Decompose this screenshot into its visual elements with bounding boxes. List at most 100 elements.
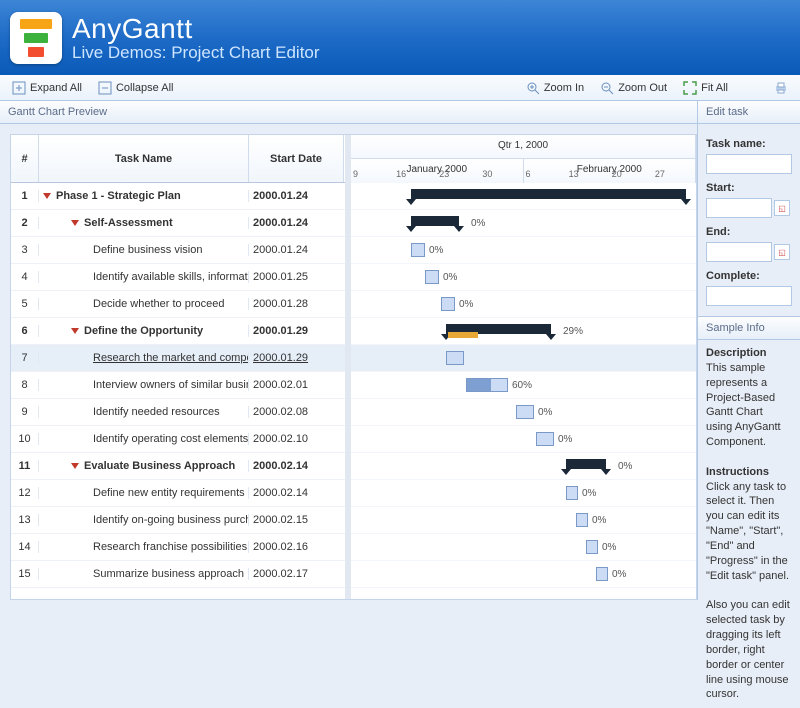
summary-bar[interactable]	[446, 324, 551, 334]
table-row[interactable]: 11Evaluate Business Approach2000.02.14	[11, 453, 345, 480]
start-input[interactable]	[706, 198, 772, 218]
desc-heading: Description	[706, 347, 767, 359]
zoom-out-label: Zoom Out	[618, 82, 667, 94]
table-row[interactable]: 8Interview owners of similar businesses2…	[11, 372, 345, 399]
timeline-row[interactable]: 0%	[351, 453, 696, 480]
timeline-row[interactable]: 0%	[351, 426, 696, 453]
table-row[interactable]: 2Self-Assessment2000.01.24	[11, 210, 345, 237]
table-row[interactable]: 3Define business vision2000.01.24	[11, 237, 345, 264]
timeline-row[interactable]: 0%	[351, 561, 696, 588]
end-datepicker-button[interactable]: ◱	[774, 244, 790, 260]
expand-all-button[interactable]: Expand All	[6, 79, 88, 97]
table-row[interactable]: 7Research the market and competition2000…	[11, 345, 345, 372]
timeline-row[interactable]: 0%	[351, 237, 696, 264]
table-row[interactable]: 15Summarize business approach2000.02.17	[11, 561, 345, 588]
app-header: AnyGantt Live Demos: Project Chart Edito…	[0, 0, 800, 75]
table-row[interactable]: 4Identify available skills, information …	[11, 264, 345, 291]
timeline-row[interactable]: 0%	[351, 534, 696, 561]
expand-triangle-icon[interactable]	[71, 220, 79, 226]
row-taskname: Define business vision	[39, 244, 249, 256]
table-row[interactable]: 13Identify on-going business purchase op…	[11, 507, 345, 534]
end-input[interactable]	[706, 242, 772, 262]
collapse-all-button[interactable]: Collapse All	[92, 79, 179, 97]
timeline[interactable]: Qtr 1, 2000 January 2000February 2000 91…	[351, 135, 696, 599]
timeline-row[interactable]	[351, 345, 696, 372]
table-row[interactable]: 10Identify operating cost elements2000.0…	[11, 426, 345, 453]
row-number: 1	[11, 190, 39, 202]
row-startdate: 2000.01.25	[249, 271, 344, 283]
zoom-out-button[interactable]: Zoom Out	[594, 79, 673, 97]
task-bar[interactable]	[441, 297, 455, 311]
progress-label: 0%	[602, 542, 616, 553]
taskname-input[interactable]	[706, 154, 792, 174]
fit-all-button[interactable]: Fit All	[677, 79, 734, 97]
row-startdate: 2000.02.01	[249, 379, 344, 391]
progress-label: 0%	[429, 245, 443, 256]
zoom-in-label: Zoom In	[544, 82, 584, 94]
complete-input[interactable]	[706, 286, 792, 306]
task-bar[interactable]	[566, 486, 578, 500]
expand-icon	[12, 81, 26, 95]
row-startdate: 2000.01.24	[249, 217, 344, 229]
row-taskname: Identify available skills, information a…	[39, 271, 249, 283]
timeline-row[interactable]: 0%	[351, 264, 696, 291]
timeline-row[interactable]: 29%	[351, 318, 696, 345]
timeline-row[interactable]: 0%	[351, 291, 696, 318]
task-bar[interactable]	[466, 378, 508, 392]
task-bar[interactable]	[536, 432, 554, 446]
expand-triangle-icon[interactable]	[71, 328, 79, 334]
task-bar[interactable]	[586, 540, 598, 554]
expand-triangle-icon[interactable]	[43, 193, 51, 199]
row-taskname: Interview owners of similar businesses	[39, 379, 249, 391]
row-number: 3	[11, 244, 39, 256]
progress-label: 0%	[471, 218, 485, 229]
timeline-row[interactable]: 60%	[351, 372, 696, 399]
timeline-row[interactable]: 0%	[351, 210, 696, 237]
table-row[interactable]: 1Phase 1 - Strategic Plan2000.01.24	[11, 183, 345, 210]
timeline-row[interactable]	[351, 183, 696, 210]
table-row[interactable]: 5Decide whether to proceed2000.01.28	[11, 291, 345, 318]
table-row[interactable]: 12Define new entity requirements2000.02.…	[11, 480, 345, 507]
row-startdate: 2000.02.14	[249, 487, 344, 499]
print-button[interactable]	[768, 79, 794, 97]
timeline-row[interactable]: 0%	[351, 507, 696, 534]
start-datepicker-button[interactable]: ◱	[774, 200, 790, 216]
task-bar[interactable]	[576, 513, 588, 527]
summary-bar[interactable]	[566, 459, 606, 469]
complete-label: Complete:	[706, 270, 792, 282]
row-taskname: Identify on-going business purchase oppo…	[39, 514, 249, 526]
summary-bar[interactable]	[411, 189, 686, 199]
edit-panel-title: Edit task	[698, 101, 800, 124]
progress-label: 29%	[563, 326, 583, 337]
row-startdate: 2000.01.24	[249, 190, 344, 202]
row-taskname: Self-Assessment	[39, 217, 249, 229]
taskname-label: Task name:	[706, 138, 792, 150]
table-row[interactable]: 9Identify needed resources2000.02.08	[11, 399, 345, 426]
task-bar[interactable]	[446, 351, 464, 365]
task-bar[interactable]	[516, 405, 534, 419]
start-label: Start:	[706, 182, 792, 194]
row-taskname: Summarize business approach	[39, 568, 249, 580]
task-bar[interactable]	[425, 270, 439, 284]
task-bar[interactable]	[596, 567, 608, 581]
row-taskname: Decide whether to proceed	[39, 298, 249, 310]
col-number[interactable]: #	[11, 135, 39, 182]
table-row[interactable]: 6Define the Opportunity2000.01.29	[11, 318, 345, 345]
row-startdate: 2000.01.29	[249, 352, 344, 364]
row-startdate: 2000.02.14	[249, 460, 344, 472]
timeline-row[interactable]: 0%	[351, 399, 696, 426]
summary-bar[interactable]	[411, 216, 459, 226]
progress-label: 0%	[618, 461, 632, 472]
task-bar[interactable]	[411, 243, 425, 257]
timeline-row[interactable]: 0%	[351, 480, 696, 507]
app-logo-icon	[10, 12, 62, 64]
col-startdate[interactable]: Start Date	[249, 135, 344, 182]
day-label: 20	[610, 169, 653, 179]
zoom-in-button[interactable]: Zoom In	[520, 79, 590, 97]
col-taskname[interactable]: Task Name	[39, 135, 249, 182]
row-startdate: 2000.02.08	[249, 406, 344, 418]
table-row[interactable]: 14Research franchise possibilities2000.0…	[11, 534, 345, 561]
day-label: 23	[437, 169, 480, 179]
row-taskname: Research franchise possibilities	[39, 541, 249, 553]
expand-triangle-icon[interactable]	[71, 463, 79, 469]
